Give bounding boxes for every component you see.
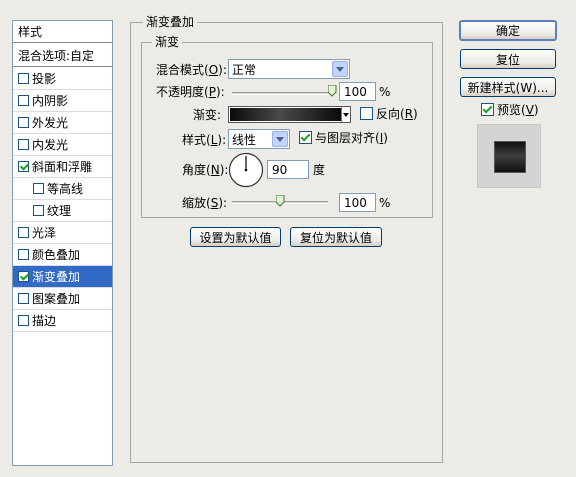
preview-swatch: [494, 141, 526, 173]
style-item-texture[interactable]: 纹理: [13, 200, 112, 222]
checkbox-icon[interactable]: [33, 205, 44, 216]
opacity-slider-thumb[interactable]: [328, 85, 337, 97]
scale-slider-thumb[interactable]: [276, 195, 285, 207]
style-item-inner-glow[interactable]: 内发光: [13, 134, 112, 156]
group-title: 渐变叠加: [143, 15, 198, 29]
style-item-color-overlay[interactable]: 颜色叠加: [13, 244, 112, 266]
blend-mode-label: 混合模式(O):: [156, 63, 227, 77]
angle-unit: 度: [313, 163, 326, 177]
new-style-button[interactable]: 新建样式(W)...: [460, 77, 556, 97]
style-item-gradient-overlay[interactable]: 渐变叠加: [13, 266, 112, 288]
checkbox-icon[interactable]: [18, 73, 29, 84]
checkbox-icon[interactable]: [18, 249, 29, 260]
checkbox-icon[interactable]: [18, 95, 29, 106]
chevron-down-icon[interactable]: [341, 107, 350, 122]
style-item-stroke[interactable]: 描边: [13, 310, 112, 332]
style-item-inner-shadow[interactable]: 内阴影: [13, 90, 112, 112]
checkbox-checked-icon[interactable]: [18, 271, 29, 282]
opacity-input[interactable]: 100: [339, 82, 376, 101]
gradient-picker[interactable]: [228, 106, 351, 123]
reverse-checkbox[interactable]: [360, 107, 373, 120]
ok-button[interactable]: 确定: [459, 20, 557, 41]
chevron-down-icon[interactable]: [272, 131, 288, 147]
align-with-layer-checkbox[interactable]: [299, 131, 312, 144]
style-select[interactable]: 线性: [228, 129, 290, 149]
angle-input[interactable]: 90: [267, 160, 309, 179]
checkbox-icon[interactable]: [18, 139, 29, 150]
reverse-label: 反向(R): [376, 107, 418, 121]
checkbox-checked-icon[interactable]: [18, 161, 29, 172]
style-item-drop-shadow[interactable]: 投影: [13, 68, 112, 90]
preview-label: 预览(V): [497, 103, 539, 117]
gradient-preview-bar[interactable]: [230, 108, 341, 121]
reset-button[interactable]: 复位: [460, 49, 556, 69]
preview-checkbox[interactable]: [481, 103, 494, 116]
preview-thumbnail: [477, 124, 541, 188]
group-title: 渐变: [152, 35, 183, 49]
style-item-bevel-emboss[interactable]: 斜面和浮雕: [13, 156, 112, 178]
style-item-satin[interactable]: 光泽: [13, 222, 112, 244]
checkbox-icon[interactable]: [33, 183, 44, 194]
scale-unit: %: [379, 196, 391, 210]
angle-label: 角度(N):: [182, 163, 229, 177]
opacity-unit: %: [379, 85, 391, 99]
blend-options-item[interactable]: 混合选项:自定: [13, 45, 112, 67]
checkbox-icon[interactable]: [18, 293, 29, 304]
chevron-down-icon[interactable]: [332, 61, 348, 77]
style-list-header: 样式: [13, 21, 112, 43]
style-list: 样式 混合选项:自定 投影 内阴影 外发光 内发光 斜面和浮雕 等高线 纹理 光…: [12, 20, 113, 466]
checkbox-icon[interactable]: [18, 315, 29, 326]
style-item-pattern-overlay[interactable]: 图案叠加: [13, 288, 112, 310]
scale-label: 缩放(S):: [182, 196, 228, 210]
opacity-label: 不透明度(P):: [156, 85, 225, 99]
blend-mode-select[interactable]: 正常: [228, 59, 350, 79]
opacity-slider[interactable]: [232, 92, 332, 95]
checkbox-icon[interactable]: [18, 227, 29, 238]
checkbox-icon[interactable]: [18, 117, 29, 128]
style-label: 样式(L):: [182, 133, 227, 147]
gradient-label: 渐变:: [193, 108, 222, 122]
scale-input[interactable]: 100: [339, 193, 376, 212]
angle-dial[interactable]: [228, 152, 264, 188]
reset-default-button[interactable]: 复位为默认值: [290, 227, 382, 247]
style-item-contour[interactable]: 等高线: [13, 178, 112, 200]
align-with-layer-label: 与图层对齐(I): [315, 131, 388, 145]
set-default-button[interactable]: 设置为默认值: [190, 227, 281, 247]
style-item-outer-glow[interactable]: 外发光: [13, 112, 112, 134]
